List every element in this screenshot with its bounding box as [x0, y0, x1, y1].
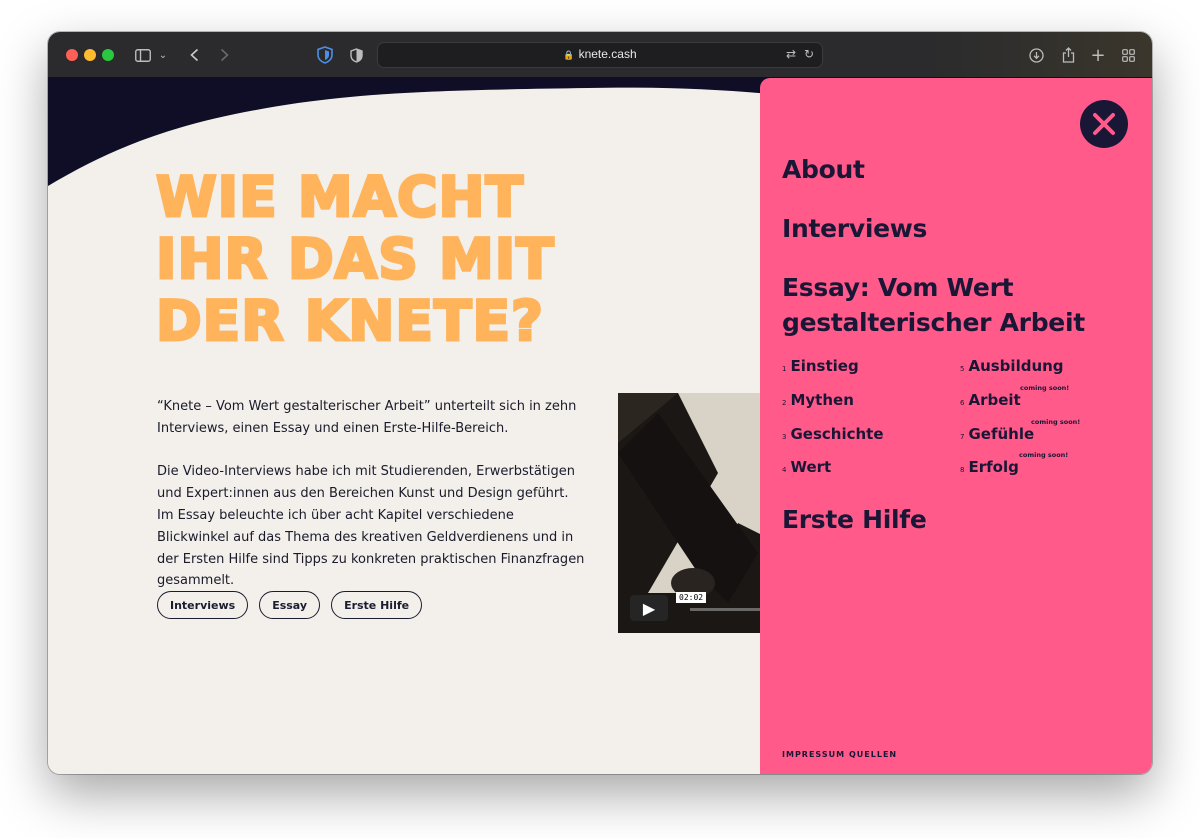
chapter-label: Arbeit	[968, 391, 1021, 409]
chapter-label: Wert	[790, 458, 832, 476]
chapter-link-mythen[interactable]: 2 Mythen	[782, 391, 854, 409]
title-line-2: IHR DAS MIT	[155, 227, 556, 292]
share-icon[interactable]	[1058, 43, 1078, 67]
menu-item-erste-hilfe[interactable]: Erste Hilfe	[782, 502, 927, 537]
chapter-label: Einstieg	[790, 357, 859, 375]
essay-title-line-2: gestalterischer Arbeit	[782, 308, 1085, 337]
browser-window: ⌄ 🔒 knete.cash ⇄ ↻ + WIE MACHT IHR DAS M…	[48, 32, 1152, 774]
page-title: WIE MACHT IHR DAS MIT DER KNETE?	[155, 165, 626, 354]
close-icon	[1093, 113, 1115, 135]
lock-icon: 🔒	[563, 50, 575, 60]
chevron-down-icon[interactable]: ⌄	[156, 43, 170, 67]
url-text: knete.cash	[578, 47, 637, 61]
new-tab-icon[interactable]: +	[1088, 43, 1108, 67]
section-links: Interviews Essay Erste Hilfe	[157, 591, 423, 619]
impressum-link[interactable]: IMPRESSUM	[782, 750, 845, 759]
chapter-number: 7	[960, 433, 965, 441]
page-content: WIE MACHT IHR DAS MIT DER KNETE? “Knete …	[48, 78, 1152, 774]
chapter-label: Mythen	[790, 391, 854, 409]
title-line-3: DER KNETE?	[155, 289, 545, 354]
minimize-window-button[interactable]	[84, 49, 96, 61]
download-icon[interactable]	[1026, 43, 1046, 67]
bitwarden-shield-icon[interactable]	[314, 43, 336, 67]
menu-item-interviews[interactable]: Interviews	[782, 211, 927, 246]
tab-overview-icon[interactable]	[1118, 43, 1138, 67]
interviews-pill-button[interactable]: Interviews	[157, 591, 249, 619]
chapter-link-gefuehle[interactable]: 7 Gefühle	[960, 425, 1034, 443]
intro-text: “Knete – Vom Wert gestalterischer Arbeit…	[157, 396, 587, 614]
menu-item-about[interactable]: About	[782, 152, 865, 187]
address-bar[interactable]: 🔒 knete.cash ⇄ ↻	[377, 42, 823, 68]
close-window-button[interactable]	[66, 49, 78, 61]
chapter-link-arbeit[interactable]: 6 Arbeit	[960, 391, 1021, 409]
menu-item-essay[interactable]: Essay: Vom Wert gestalterischer Arbeit	[782, 270, 1085, 340]
essay-title-line-1: Essay: Vom Wert	[782, 273, 1014, 302]
chapter-link-ausbildung[interactable]: 5 Ausbildung	[960, 357, 1064, 375]
chapter-label: Gefühle	[968, 425, 1035, 443]
video-timecode: 02:02	[676, 592, 707, 603]
coming-soon-label: coming soon!	[1020, 384, 1070, 392]
chapter-label: Erfolg	[968, 458, 1019, 476]
back-icon[interactable]	[184, 43, 204, 67]
chapter-number: 1	[782, 365, 787, 373]
navigation-menu-panel: About Interviews Essay: Vom Wert gestalt…	[760, 78, 1152, 774]
play-icon[interactable]: ▶	[630, 595, 668, 621]
intro-paragraph-2: Die Video-Interviews habe ich mit Studie…	[157, 464, 585, 589]
chapter-number: 3	[782, 433, 787, 441]
chapter-number: 4	[782, 466, 787, 474]
privacy-shield-icon[interactable]	[346, 43, 366, 67]
video-player[interactable]: ▶ 02:02	[618, 393, 778, 633]
chapter-number: 2	[782, 399, 787, 407]
chapter-number: 8	[960, 466, 965, 474]
translate-icon[interactable]: ⇄	[786, 47, 796, 61]
chapter-number: 5	[960, 365, 965, 373]
forward-icon[interactable]	[214, 43, 234, 67]
chapter-link-wert[interactable]: 4 Wert	[782, 458, 831, 476]
chapter-label: Geschichte	[790, 425, 884, 443]
intro-paragraph-1: “Knete – Vom Wert gestalterischer Arbeit…	[157, 399, 577, 436]
chapter-link-einstieg[interactable]: 1 Einstieg	[782, 357, 859, 375]
coming-soon-label: coming soon!	[1031, 418, 1081, 426]
coming-soon-label: coming soon!	[1019, 451, 1069, 459]
erste-hilfe-pill-button[interactable]: Erste Hilfe	[331, 591, 423, 619]
chapter-label: Ausbildung	[968, 357, 1064, 375]
sidebar-icon[interactable]	[132, 43, 154, 67]
browser-toolbar: ⌄ 🔒 knete.cash ⇄ ↻ +	[48, 32, 1152, 78]
zoom-window-button[interactable]	[102, 49, 114, 61]
essay-pill-button[interactable]: Essay	[259, 591, 321, 619]
chapter-number: 6	[960, 399, 965, 407]
chapter-link-geschichte[interactable]: 3 Geschichte	[782, 425, 884, 443]
title-line-1: WIE MACHT	[155, 165, 525, 230]
chapter-link-erfolg[interactable]: 8 Erfolg	[960, 458, 1019, 476]
quellen-link[interactable]: QUELLEN	[849, 750, 897, 759]
reload-icon[interactable]: ↻	[804, 47, 814, 61]
close-menu-button[interactable]	[1080, 100, 1128, 148]
